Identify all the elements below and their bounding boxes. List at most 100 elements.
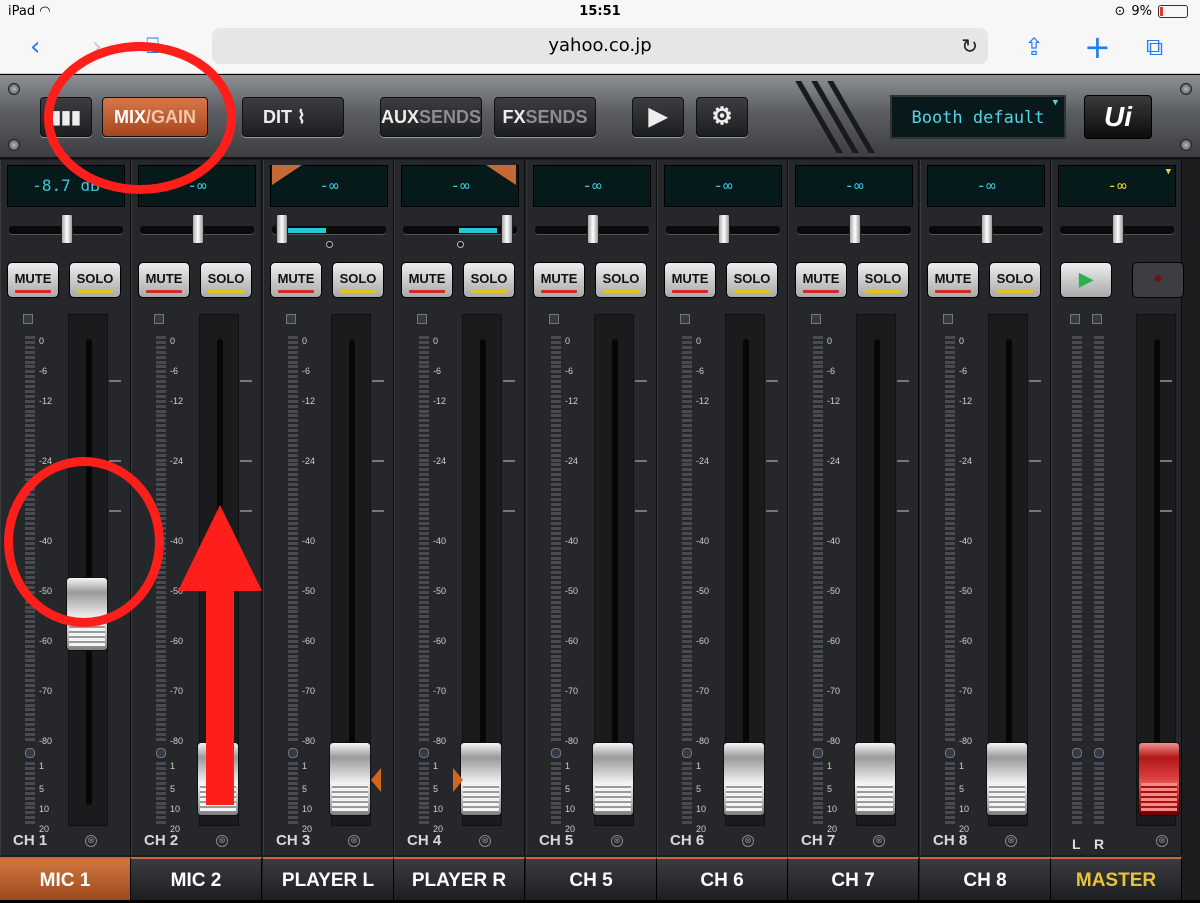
meter-segment [156,385,166,388]
pan-knob[interactable] [61,214,73,244]
ui-logo[interactable]: Ui [1084,95,1152,139]
channel-settings-icon[interactable]: ⊗ [216,835,228,847]
channel-settings-icon[interactable]: ⊗ [1005,835,1017,847]
channel-name-tab[interactable]: MIC 1 [0,857,131,900]
channel-name-tab[interactable]: PLAYER R [394,857,525,900]
play-button[interactable]: ▶ [1060,262,1112,298]
pan-knob[interactable] [192,214,204,244]
level-readout[interactable]: -∞ [533,165,651,207]
fader-cap[interactable] [460,742,502,816]
meter-segment [156,777,166,780]
channel-settings-icon[interactable]: ⊗ [611,835,623,847]
pan-knob[interactable] [981,214,993,244]
channel-settings-icon[interactable]: ⊗ [1156,835,1168,847]
fader-cap[interactable] [854,742,896,816]
solo-button[interactable]: SOLO [595,262,647,298]
solo-button[interactable]: SOLO [989,262,1041,298]
channel-name-tab[interactable]: MIC 2 [131,857,262,900]
mute-button[interactable]: MUTE [664,262,716,298]
meter-segment [813,659,823,663]
meter-segment [288,443,298,447]
mute-button[interactable]: MUTE [795,262,847,298]
meter-segment [1072,522,1082,526]
pan-knob[interactable] [587,214,599,244]
channel-name-tab[interactable]: CH 6 [657,857,788,900]
edit-button[interactable]: DIT ⌇ [242,97,344,137]
mute-button[interactable]: MUTE [7,262,59,298]
scale-label: -80 [959,736,973,746]
solo-button[interactable]: SOLO [332,262,384,298]
meter-segment [419,630,429,633]
level-readout[interactable]: -∞ [795,165,913,207]
meter-segment [945,703,955,707]
preset-selector[interactable]: Booth default ▼ [890,95,1066,139]
channel-settings-icon[interactable]: ⊗ [742,835,754,847]
meter-segment [1094,536,1104,540]
reload-icon[interactable]: ↻ [961,28,978,64]
record-button[interactable]: ● [1132,262,1184,298]
fader-cap[interactable] [723,742,765,816]
settings-button[interactable]: ⚙ [696,97,748,137]
channel-settings-icon[interactable]: ⊗ [873,835,885,847]
mute-button[interactable]: MUTE [927,262,979,298]
meter-segment [25,385,35,388]
play-button[interactable]: ▶ [632,97,684,137]
fader-cap[interactable] [329,742,371,816]
fader-slot [1006,339,1012,805]
mute-button[interactable]: MUTE [270,262,322,298]
meter-segment [419,532,429,535]
scale-label: -40 [433,536,447,546]
level-readout[interactable]: -∞ [664,165,782,207]
meter-segment [288,688,298,692]
meter-segment [419,566,429,570]
master-level-readout[interactable]: -∞ ▼ [1058,165,1176,207]
meter-segment [813,487,823,491]
channel-name-tab[interactable]: CH 8 [920,857,1051,900]
meter-segment [288,811,298,815]
channel-settings-icon[interactable]: ⊗ [85,835,97,847]
back-icon[interactable]: ‹ [30,32,40,62]
new-tab-icon[interactable]: + [1084,31,1111,63]
meter-segment [156,336,166,339]
solo-button[interactable]: SOLO [69,262,121,298]
fader-cap[interactable] [986,742,1028,816]
meter-segment [813,777,823,780]
meter-segment [1072,595,1082,599]
pan-knob[interactable] [1112,214,1124,244]
solo-button[interactable]: SOLO [463,262,515,298]
level-meter [1094,336,1104,825]
channel-settings-icon[interactable]: ⊗ [348,835,360,847]
meter-segment [813,718,823,722]
meter-segment [945,781,955,785]
solo-button[interactable]: SOLO [726,262,778,298]
channel-name-tab[interactable]: PLAYER L [263,857,394,900]
meter-segment [25,336,35,339]
mute-button[interactable]: MUTE [533,262,585,298]
channel-settings-icon[interactable]: ⊗ [479,835,491,847]
solo-button[interactable]: SOLO [857,262,909,298]
master-name-tab[interactable]: MASTER [1051,857,1182,900]
mute-button[interactable]: MUTE [401,262,453,298]
fader-cap[interactable] [592,742,634,816]
pan-knob[interactable] [276,214,288,244]
pan-knob[interactable] [501,214,513,244]
mute-button[interactable]: MUTE [138,262,190,298]
aux-sends-button[interactable]: AUXSENDS [380,97,482,137]
channel-name-tab[interactable]: CH 7 [788,857,919,900]
fx-sends-button[interactable]: FXSENDS [494,97,596,137]
meter-segment [813,669,823,673]
meter-segment [1072,801,1082,805]
meter-segment [945,581,955,584]
solo-button[interactable]: SOLO [200,262,252,298]
address-bar[interactable]: yahoo.co.jp ↻ [212,28,988,64]
level-readout[interactable]: -∞ [927,165,1045,207]
meter-segment [288,429,298,433]
channel-name-tab[interactable]: CH 5 [526,857,657,900]
share-icon[interactable]: ⇪ [1024,32,1044,62]
pan-knob[interactable] [718,214,730,244]
pan-knob[interactable] [849,214,861,244]
meter-segment [419,811,429,815]
meter-segment [682,693,692,697]
tabs-icon[interactable]: ⧉ [1146,32,1163,62]
master-fader-cap[interactable] [1138,742,1180,816]
